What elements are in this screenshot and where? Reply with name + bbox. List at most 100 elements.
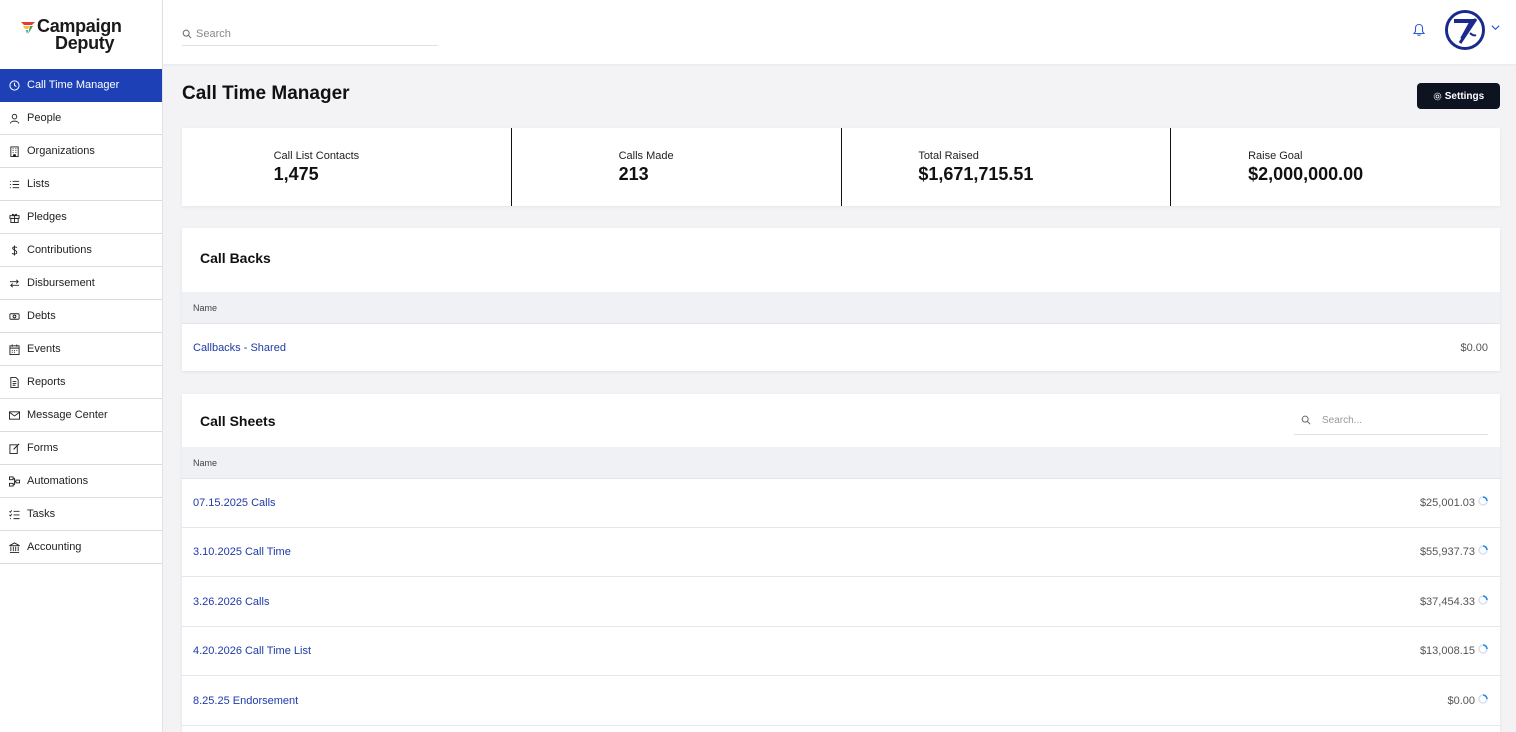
progress-spinner-icon <box>1478 594 1488 605</box>
sidebar-item-forms[interactable]: Forms <box>0 432 162 465</box>
stat-label: Calls Made <box>618 149 674 162</box>
brand-mark-icon <box>21 21 35 34</box>
row-amount: $0.00 <box>1460 341 1488 354</box>
sidebar-item-label: Debts <box>27 310 56 322</box>
table-row: 3.10.2025 Call Time $55,937.73 <box>182 528 1500 577</box>
row-amount: $25,001.03 <box>1419 495 1488 509</box>
brand-line-2: Deputy <box>55 32 115 53</box>
stat-value: 213 <box>618 163 649 184</box>
sidebar-item-label: Message Center <box>27 409 108 421</box>
tasks-icon <box>9 509 20 519</box>
sidebar-item-label: Forms <box>27 442 59 454</box>
column-header-name: Name <box>193 457 218 468</box>
sidebar-item-message-center[interactable]: Message Center <box>0 399 162 432</box>
main-content: Call Time Manager Settings Call List Con… <box>163 64 1516 732</box>
callback-list-link[interactable]: Callbacks - Shared <box>193 342 286 354</box>
stat-value: $2,000,000.00 <box>1248 163 1364 184</box>
row-amount: $13,008.15 <box>1420 643 1488 657</box>
stat-label: Total Raised <box>918 149 979 162</box>
sidebar-item-disbursement[interactable]: Disbursement <box>0 267 162 300</box>
amount-value: $37,454.33 <box>1419 596 1475 608</box>
global-search-input[interactable] <box>196 27 426 40</box>
calendar-icon <box>9 343 20 355</box>
column-header-name: Name <box>193 302 218 313</box>
sidebar-item-pledges[interactable]: Pledges <box>0 201 162 234</box>
table-row: 4.20.2026 Call Time List $13,008.15 <box>182 627 1500 676</box>
call-sheet-link[interactable]: 8.25.25 Endorsement <box>193 695 298 707</box>
stat-call-list-contacts: Call List Contacts 1,475 <box>182 128 512 206</box>
amount-value: $0.00 <box>1447 695 1475 707</box>
sidebar-item-label: Reports <box>27 376 66 388</box>
automation-icon <box>9 475 20 487</box>
avatar-logo-icon <box>1448 13 1482 47</box>
search-icon <box>182 29 192 39</box>
sidebar-item-lists[interactable]: Lists <box>0 168 162 201</box>
callsheets-table-header: Name <box>182 447 1500 479</box>
sidebar-item-label: Disbursement <box>27 277 95 289</box>
callsheets-card: Call Sheets Name 07.15.2025 Calls $25,00… <box>182 394 1500 732</box>
stat-total-raised: Total Raised $1,671,715.51 <box>842 128 1172 206</box>
dollar-icon <box>11 244 18 256</box>
table-row: 8.25.25 Endorsement $0.00 <box>182 677 1500 726</box>
sidebar-item-label: Lists <box>27 178 50 190</box>
sidebar-item-label: People <box>27 112 62 124</box>
row-amount: $37,454.33 <box>1419 594 1488 608</box>
notification-bell-icon[interactable] <box>1412 23 1426 37</box>
stat-raise-goal: Raise Goal $2,000,000.00 <box>1171 128 1500 206</box>
list-icon <box>9 180 20 188</box>
callsheets-search <box>1294 406 1488 435</box>
brand-logo[interactable]: Campaign Deputy <box>0 0 162 69</box>
sidebar-item-contributions[interactable]: Contributions <box>0 234 162 267</box>
user-avatar[interactable] <box>1445 10 1485 50</box>
sidebar-item-tasks[interactable]: Tasks <box>0 498 162 531</box>
sidebar-item-reports[interactable]: Reports <box>0 366 162 399</box>
gear-icon <box>1433 92 1442 100</box>
sidebar-item-people[interactable]: People <box>0 102 162 135</box>
top-bar <box>163 0 1516 64</box>
sidebar-item-label: Contributions <box>27 244 92 256</box>
sidebar-item-call-time-manager[interactable]: Call Time Manager <box>0 69 162 102</box>
report-icon <box>10 376 19 388</box>
sidebar-item-label: Pledges <box>27 211 67 223</box>
gift-icon <box>9 213 20 223</box>
mail-icon <box>9 410 20 420</box>
search-icon <box>1301 415 1311 425</box>
sidebar-item-label: Tasks <box>27 508 56 520</box>
sidebar-item-label: Events <box>27 343 61 355</box>
call-sheet-link[interactable]: 07.15.2025 Calls <box>193 497 276 509</box>
sidebar-item-accounting[interactable]: Accounting <box>0 531 162 564</box>
bank-icon <box>9 541 20 553</box>
stat-value: $1,671,715.51 <box>918 163 1034 184</box>
sidebar: Campaign Deputy Call Time Manager People… <box>0 0 163 732</box>
table-row: 3.26.2026 Calls $37,454.33 <box>182 578 1500 627</box>
callbacks-card: Call Backs Name Callbacks - Shared $0.00 <box>182 228 1500 371</box>
table-row: 07.15.2025 Calls $25,001.03 <box>182 479 1500 528</box>
settings-button[interactable]: Settings <box>1417 83 1500 109</box>
amount-value: $25,001.03 <box>1419 497 1475 509</box>
global-search <box>182 22 438 46</box>
sidebar-item-organizations[interactable]: Organizations <box>0 135 162 168</box>
call-sheet-link[interactable]: 3.10.2025 Call Time <box>193 546 291 558</box>
call-sheet-link[interactable]: 4.20.2026 Call Time List <box>193 645 311 657</box>
callsheets-search-input[interactable] <box>1322 414 1482 426</box>
sidebar-item-automations[interactable]: Automations <box>0 465 162 498</box>
sidebar-nav: Call Time Manager People Organizations L… <box>0 69 162 564</box>
sidebar-item-events[interactable]: Events <box>0 333 162 366</box>
call-sheet-link[interactable]: 3.26.2026 Calls <box>193 596 269 608</box>
stat-label: Call List Contacts <box>273 149 360 162</box>
chevron-down-icon[interactable] <box>1490 22 1501 33</box>
form-icon <box>9 443 20 454</box>
sidebar-item-label: Accounting <box>27 541 82 553</box>
amount-value: $55,937.73 <box>1419 546 1475 558</box>
progress-spinner-icon <box>1478 693 1488 704</box>
sidebar-item-debts[interactable]: Debts <box>0 300 162 333</box>
callbacks-table-header: Name <box>182 292 1500 324</box>
page-title: Call Time Manager <box>182 83 350 104</box>
sidebar-item-label: Automations <box>27 475 89 487</box>
progress-spinner-icon <box>1478 544 1488 555</box>
money-icon <box>9 312 20 320</box>
brand-name: Campaign Deputy <box>37 17 122 53</box>
row-amount: $0.00 <box>1447 693 1488 707</box>
sidebar-item-label: Call Time Manager <box>27 79 120 91</box>
stat-calls-made: Calls Made 213 <box>512 128 842 206</box>
